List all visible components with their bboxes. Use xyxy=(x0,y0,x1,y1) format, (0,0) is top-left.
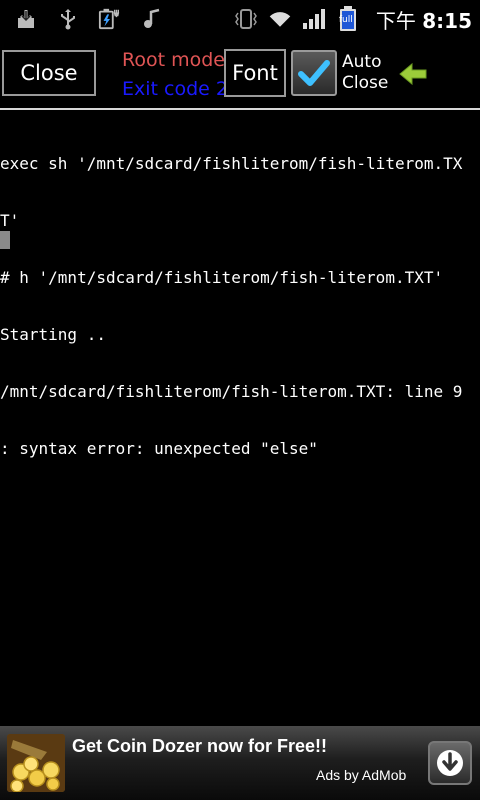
ad-attribution: Ads by AdMob xyxy=(316,767,407,783)
status-clock: 下午 8:15 xyxy=(376,5,472,34)
ad-banner[interactable]: Get Coin Dozer now for Free!! Ads by AdM… xyxy=(0,726,480,800)
auto-close-checkbox[interactable] xyxy=(291,50,337,96)
toolbar-divider xyxy=(0,108,480,110)
music-icon xyxy=(140,7,164,31)
terminal-toolbar: Close Root mode Exit code 2 Font Auto Cl… xyxy=(0,38,480,110)
terminal-line: # h '/mnt/sdcard/fishliterom/fish-litero… xyxy=(0,268,444,287)
download-icon xyxy=(14,7,38,31)
battery-label: full xyxy=(338,15,353,25)
terminal-output[interactable]: exec sh '/mnt/sdcard/fishliterom/fish-li… xyxy=(0,116,480,716)
terminal-cursor xyxy=(0,231,10,249)
auto-close-label: Auto Close xyxy=(342,52,388,94)
auto-close-line2: Close xyxy=(342,73,389,93)
terminal-line: exec sh '/mnt/sdcard/fishliterom/fish-li… xyxy=(0,154,463,173)
ad-title[interactable]: Get Coin Dozer now for Free!! xyxy=(72,736,327,757)
close-button[interactable]: Close xyxy=(2,50,96,96)
wifi-icon xyxy=(268,7,292,31)
download-arrow-icon[interactable] xyxy=(428,741,472,785)
exit-code-label: Exit code 2 xyxy=(122,78,228,100)
usb-icon xyxy=(56,7,80,31)
signal-icon xyxy=(302,7,326,31)
clock-period: 下午 xyxy=(375,8,416,33)
font-button[interactable]: Font xyxy=(224,49,286,97)
checkmark-icon xyxy=(298,60,330,86)
status-bar: full 下午 8:15 xyxy=(0,0,480,38)
root-mode-label: Root mode xyxy=(122,49,225,71)
status-bar-notifications xyxy=(14,0,164,38)
coin-dozer-icon[interactable] xyxy=(7,734,65,792)
terminal-line: /mnt/sdcard/fishliterom/fish-literom.TXT… xyxy=(0,382,463,401)
status-bar-system: full 下午 8:15 xyxy=(234,0,472,38)
auto-close-line1: Auto xyxy=(342,52,382,72)
battery-full-icon: full xyxy=(336,6,360,31)
terminal-line: T' xyxy=(0,211,20,230)
terminal-line: Starting .. xyxy=(0,325,106,344)
clock-time: 8:15 xyxy=(422,8,472,33)
terminal-line: : syntax error: unexpected "else" xyxy=(0,439,318,458)
battery-charging-icon xyxy=(98,7,122,31)
vibrate-icon xyxy=(234,7,258,31)
back-arrow-icon[interactable] xyxy=(398,62,428,90)
